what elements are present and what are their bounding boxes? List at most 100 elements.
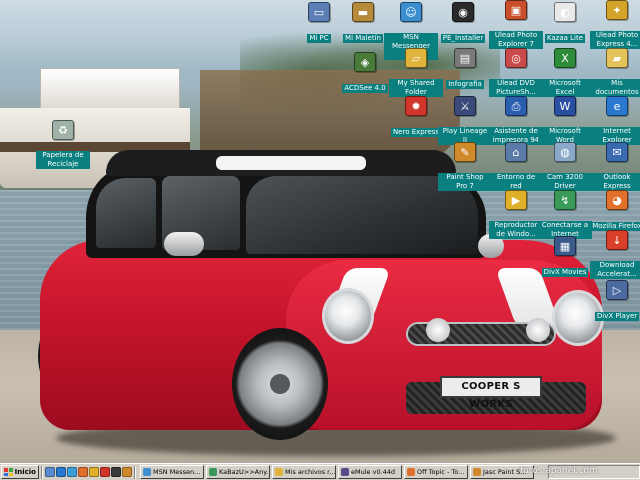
- nero-icon: ✹: [405, 96, 427, 116]
- desktop-icon-divx-movies[interactable]: ▦ DivX Movies: [538, 236, 592, 277]
- desktop-icon-ulead-dvd[interactable]: ◎ Ulead DVD PictureSh...: [489, 48, 543, 97]
- desktop-icon-download-accelerator[interactable]: ↓ Download Accelerat...: [590, 230, 640, 279]
- desktop-icon-kazaa[interactable]: ◐ Kazaa Lite: [538, 2, 592, 43]
- start-button-label: Inicio: [14, 468, 36, 476]
- taskbar-window-buttons: MSN Messen... KaBazU>>Any... Mis archivos …: [140, 465, 534, 479]
- desktop-icon-infografia[interactable]: ▤ Infografia: [438, 48, 492, 89]
- word-icon: W: [554, 96, 576, 116]
- ie-quicklaunch-icon[interactable]: [56, 467, 66, 477]
- divx-movies-icon: ▦: [554, 236, 576, 256]
- desktop-icon-label: Cam 3200 Driver: [538, 173, 592, 191]
- desktop-icon-briefcase[interactable]: ▬ Mi Maletín: [336, 2, 390, 43]
- taskbar-button-chat[interactable]: KaBazU>>Any...: [206, 465, 270, 479]
- desktop-icon-media-player[interactable]: ▶ Reproductor de Windo...: [489, 190, 543, 239]
- desktop-icon-divx-player[interactable]: ▷ DivX Player: [590, 280, 640, 321]
- desktop-icon-recycle-bin[interactable]: ♻ Papelera de Reciclaje: [36, 120, 90, 169]
- taskbar-separator: [41, 465, 43, 479]
- acdsee-icon: ◈: [354, 52, 376, 72]
- briefcase-icon: ▬: [352, 2, 374, 22]
- taskbar-button-label: Off Topic - To...: [417, 468, 465, 476]
- taskbar: Inicio MSN Messen... KaBazU>>Any... Mis ar…: [0, 463, 640, 480]
- desktop-icon-label: Papelera de Reciclaje: [36, 151, 90, 169]
- hp-printer-icon: ⎙: [505, 96, 527, 116]
- messenger-quicklaunch-icon[interactable]: [67, 467, 77, 477]
- desktop-icon-my-documents[interactable]: ▰ Mis documentos: [590, 48, 640, 97]
- desktop-icon-outlook[interactable]: ✉ Outlook Express: [590, 142, 640, 191]
- taskbar-button-browser[interactable]: Off Topic - To...: [404, 465, 468, 479]
- kazaa-icon: ◐: [554, 2, 576, 22]
- desktop-icon-shared-folder[interactable]: ▱ My Shared Folder: [389, 48, 443, 97]
- desktop-icon-label: Infografia: [446, 80, 484, 89]
- desktop-icon-word[interactable]: W Microsoft Word: [538, 96, 592, 145]
- ulead-photo-icon: ▣: [505, 0, 527, 20]
- desktop-icon-firefox[interactable]: ◕ Mozilla Firefox: [590, 190, 640, 231]
- connect-internet-icon: ↯: [554, 190, 576, 210]
- desktop-icon-label: Mis documentos: [590, 79, 640, 97]
- taskbar-button-msn[interactable]: MSN Messen...: [140, 465, 204, 479]
- start-button[interactable]: Inicio: [1, 465, 39, 479]
- taskbar-button-folder[interactable]: Mis archivos r...: [272, 465, 336, 479]
- download-accelerator-icon: ↓: [606, 230, 628, 250]
- desktop-icon-paint-shop[interactable]: ✎ Paint Shop Pro 7: [438, 142, 492, 191]
- quick-launch-bar: [45, 467, 132, 477]
- chat-task-icon: [209, 468, 217, 476]
- ulead-express-icon: ✦: [606, 0, 628, 20]
- taskbar-button-emule[interactable]: eMule v0.44d: [338, 465, 402, 479]
- desktop-icon-excel[interactable]: X Microsoft Excel: [538, 48, 592, 97]
- desktop-icon-acdsee[interactable]: ◈ ACDSee 4.0: [338, 52, 392, 93]
- desktop-icon-label: Nero Express: [390, 128, 442, 137]
- installer-icon: ◉: [452, 2, 474, 22]
- taskbar-separator: [134, 465, 136, 479]
- paint-quicklaunch-icon[interactable]: [122, 467, 132, 477]
- firefox-icon: ◕: [606, 190, 628, 210]
- car-license-plate: COOPER S WORKS: [440, 376, 542, 410]
- desktop-icon-label: DivX Player: [594, 312, 640, 321]
- desktop-icon-hp-printer[interactable]: ⎙ Asistente de impresora 94: [489, 96, 543, 145]
- desktop-icon-label: Kazaa Lite: [544, 34, 586, 43]
- webcam-icon: ◍: [554, 142, 576, 162]
- desktop-icon-label: Paint Shop Pro 7: [438, 173, 492, 191]
- desktop-icon-network[interactable]: ⌂ Entorno de red: [489, 142, 543, 191]
- car-front-wheel: [232, 328, 328, 440]
- paint-task-icon: [473, 468, 481, 476]
- desktop-icon-label: Outlook Express: [590, 173, 640, 191]
- desktop-icon-webcam[interactable]: ◍ Cam 3200 Driver: [538, 142, 592, 191]
- taskbar-button-paint[interactable]: Jasc Paint S...: [470, 465, 534, 479]
- taskbar-button-label: Mis archivos r...: [285, 468, 336, 476]
- desktop-icon-internet-explorer[interactable]: e Internet Explorer: [590, 96, 640, 145]
- outlook-icon: ✉: [606, 142, 628, 162]
- desktop-icon-label: ACDSee 4.0: [342, 84, 388, 93]
- desktop-icon-lineage[interactable]: ⚔ Play Lineage II: [438, 96, 492, 145]
- desktop-icon-label: Download Accelerat...: [590, 261, 640, 279]
- internet-explorer-icon: e: [606, 96, 628, 116]
- divx-player-icon: ▷: [606, 280, 628, 300]
- paint-shop-icon: ✎: [454, 142, 476, 162]
- media-quicklaunch-icon[interactable]: [89, 467, 99, 477]
- desktop-icon-installer[interactable]: ◉ PE_Installer: [436, 2, 490, 43]
- winamp-quicklaunch-icon[interactable]: [111, 467, 121, 477]
- show-desktop-icon[interactable]: [45, 467, 55, 477]
- emule-task-icon: [341, 468, 349, 476]
- browser-task-icon: [407, 468, 415, 476]
- desktop-icon-label: Ulead Photo Explorer 7: [489, 31, 543, 49]
- desktop-icon-label: PE_Installer: [440, 34, 486, 43]
- desktop-icon-ulead-photo[interactable]: ▣ Ulead Photo Explorer 7: [489, 0, 543, 49]
- taskbar-button-label: KaBazU>>Any...: [219, 468, 270, 476]
- windows-logo-icon: [4, 468, 13, 476]
- firefox-quicklaunch-icon[interactable]: [78, 467, 88, 477]
- media-player-icon: ▶: [505, 190, 527, 210]
- taskbar-button-label: eMule v0.44d: [351, 468, 396, 476]
- nero-quicklaunch-icon[interactable]: [100, 467, 110, 477]
- car-left-mirror: [164, 232, 204, 256]
- ulead-dvd-icon: ◎: [505, 48, 527, 68]
- network-icon: ⌂: [505, 142, 527, 162]
- desktop-icon-label: Mi Maletín: [343, 34, 383, 43]
- desktop-icon-nero[interactable]: ✹ Nero Express: [389, 96, 443, 137]
- my-documents-icon: ▰: [606, 48, 628, 68]
- desktop-icon-label: Entorno de red: [489, 173, 543, 191]
- recycle-bin-icon: ♻: [52, 120, 74, 140]
- msn-task-icon: [143, 468, 151, 476]
- desktop-icon-ulead-express[interactable]: ✦ Ulead Photo Express 4...: [590, 0, 640, 49]
- msn-messenger-icon: ☺: [400, 2, 422, 22]
- desktop-icon-connect-internet[interactable]: ↯ Conectarse a Internet: [538, 190, 592, 239]
